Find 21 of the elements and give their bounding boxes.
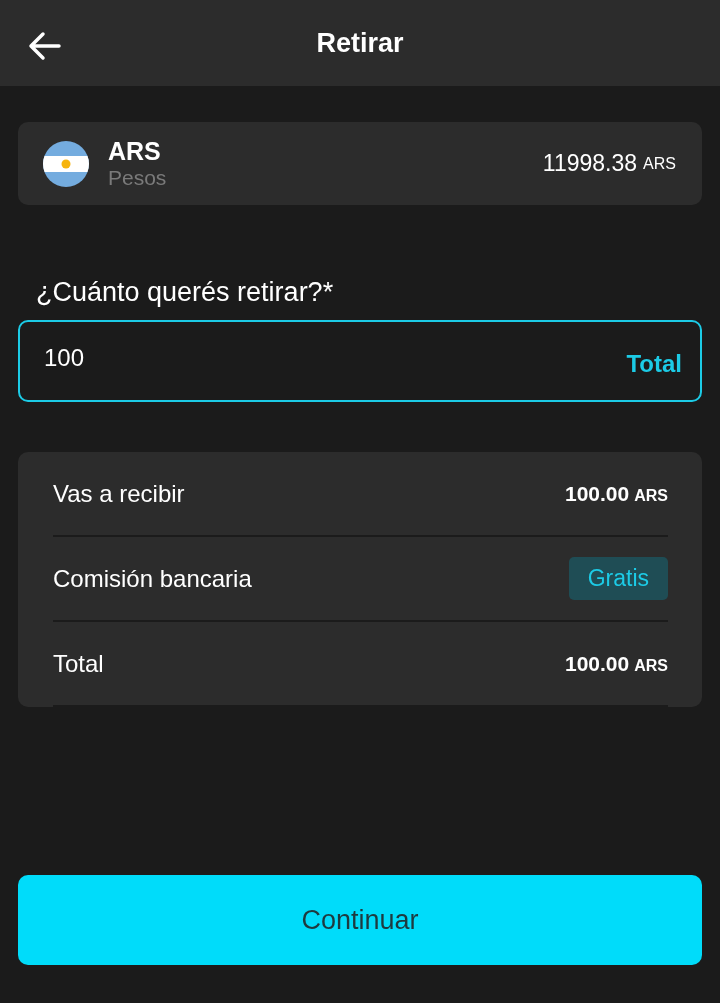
back-arrow-icon: [27, 31, 61, 61]
summary-amount: 100.00: [565, 481, 630, 505]
flag-icon: [43, 140, 89, 187]
total-button[interactable]: Total: [626, 350, 682, 378]
currency-unit: ARS: [634, 656, 668, 674]
currency-name: Pesos: [108, 164, 168, 191]
currency-unit: ARS: [634, 486, 668, 504]
amount-input-field[interactable]: 100 Total: [18, 320, 702, 402]
balance-unit: ARS: [643, 154, 676, 173]
currency-card[interactable]: ARS Pesos 11998.38 ARS: [18, 122, 702, 205]
continue-button[interactable]: Continuar: [18, 875, 702, 965]
summary-label: Total: [53, 649, 104, 678]
page-title: Retirar: [316, 27, 404, 59]
currency-code: ARS: [108, 136, 162, 165]
amount-value: 100: [44, 344, 86, 372]
summary-amount: 100.00: [565, 651, 630, 675]
balance-amount: 11998.38: [542, 150, 638, 177]
free-badge: Gratis: [568, 557, 668, 600]
summary-label: Comisión bancaria: [53, 564, 252, 593]
summary-label: Vas a recibir: [53, 479, 185, 508]
field-label: ¿Cuánto querés retirar?*: [36, 277, 335, 308]
